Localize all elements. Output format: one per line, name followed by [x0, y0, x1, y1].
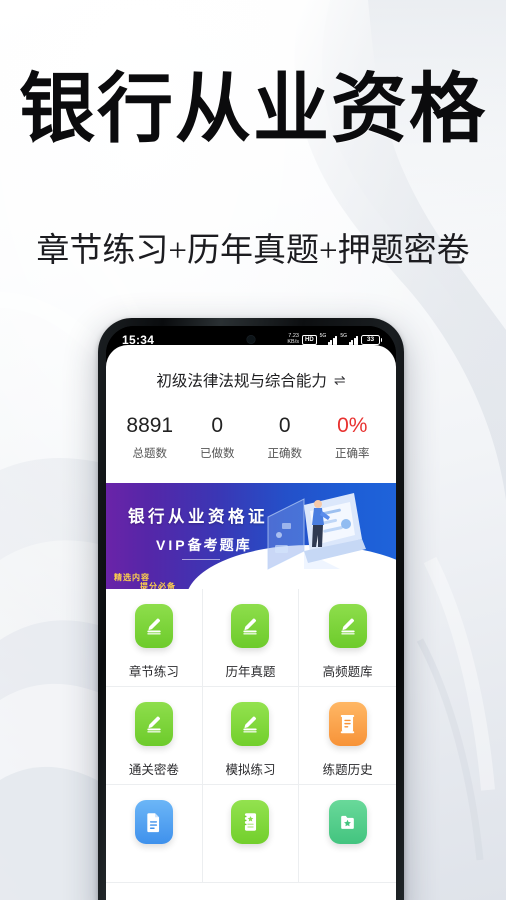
phone-mockup: 15:34 7.23 KB/s HD 5G 5G 33 初级法律法规与综合能力 … — [98, 318, 404, 900]
grid-item-past-papers[interactable]: 历年真题 — [202, 589, 300, 688]
banner-title: 银行从业资格证 — [128, 508, 268, 527]
grid-item-label: 高频题库 — [322, 665, 373, 680]
banner-tag-2: 提分必备 — [140, 582, 176, 590]
battery-level: 33 — [361, 334, 380, 345]
grid-item-chapter-practice[interactable]: 章节练习 — [106, 589, 203, 688]
stat-value: 0 — [278, 414, 291, 437]
banner-subtitle-text: 备考题库 — [187, 537, 252, 554]
pencil-write-icon — [134, 604, 173, 649]
stat-correct: 0 正确数 — [251, 413, 319, 461]
grid-item-folder-star[interactable] — [299, 785, 396, 884]
grid-item-label: 练题历史 — [322, 763, 373, 778]
stat-label: 已做数 — [200, 448, 235, 461]
phone-screen: 15:34 7.23 KB/s HD 5G 5G 33 初级法律法规与综合能力 … — [106, 326, 396, 900]
sim2-signal-icon: 5G — [340, 334, 358, 345]
grid-item-mock-practice[interactable]: 模拟练习 — [202, 687, 300, 786]
feature-grid: 章节练习 历年真题 高频题库 通关密卷 模拟练习 练题历史 — [106, 589, 396, 884]
sim2-network-type: 5G — [340, 333, 347, 339]
stat-total: 8891 总题数 — [116, 413, 184, 461]
pencil-write-icon — [134, 702, 173, 747]
poster-headline: 银行从业资格 — [19, 68, 487, 152]
stat-label: 正确率 — [335, 448, 370, 461]
banner-subtitle: VIP备考题库 — [156, 535, 252, 555]
sim1-signal-icon: 5G — [320, 334, 338, 345]
signal-bar — [335, 336, 338, 345]
grid-item-label: 通关密卷 — [128, 763, 179, 778]
stat-value: 8891 — [126, 414, 174, 437]
signal-bar — [356, 336, 358, 345]
stat-label: 正确数 — [267, 448, 303, 461]
stat-accuracy: 0% 正确率 — [319, 413, 387, 461]
grid-item-label: 历年真题 — [225, 665, 276, 680]
stat-label: 总题数 — [132, 448, 168, 461]
battery-cap — [380, 337, 382, 342]
note-star-icon — [231, 800, 270, 845]
poster-subline: 章节练习+历年真题+押题密卷 — [36, 233, 470, 269]
app-content: 初级法律法规与综合能力 ⇌ 8891 总题数 0 已做数 0 正确数 0% 正确… — [106, 345, 396, 900]
grid-item-secret-papers[interactable]: 通关密卷 — [106, 687, 203, 786]
banner-divider — [182, 559, 220, 561]
stat-value: 0 — [211, 414, 224, 437]
stats-row: 8891 总题数 0 已做数 0 正确数 0% 正确率 — [106, 413, 396, 461]
pencil-write-icon — [328, 604, 367, 649]
grid-item-document[interactable] — [106, 785, 203, 884]
front-camera-punchhole — [246, 335, 256, 344]
grid-item-high-frequency[interactable]: 高频题库 — [299, 589, 396, 688]
grid-item-label: 模拟练习 — [225, 763, 276, 778]
grid-item-note-star[interactable] — [202, 785, 300, 884]
grid-item-practice-history[interactable]: 练题历史 — [299, 687, 396, 786]
grid-item-label: 章节练习 — [128, 665, 179, 680]
pencil-write-icon — [231, 604, 270, 649]
scroll-doc-icon — [328, 702, 367, 747]
network-speed-indicator: 7.23 KB/s — [287, 333, 299, 346]
sim1-network-type: 5G — [319, 333, 327, 339]
stat-value: 0% — [337, 414, 368, 437]
document-icon — [134, 800, 173, 845]
vip-promo-banner[interactable]: 银行从业资格证 VIP备考题库 精选内容 提分必备 — [106, 483, 396, 590]
switch-subject-icon[interactable]: ⇌ — [334, 372, 346, 389]
hd-voice-icon: HD — [301, 334, 317, 345]
laptop-person-illustration — [267, 493, 366, 571]
page-title: 初级法律法规与综合能力 — [156, 373, 327, 390]
status-icons: 7.23 KB/s HD 5G 5G 33 — [287, 333, 382, 346]
battery-icon: 33 — [361, 334, 382, 345]
folder-star-icon — [328, 800, 367, 845]
banner-vip-word: VIP — [156, 537, 188, 554]
pencil-write-icon — [231, 702, 270, 747]
app-header: 初级法律法规与综合能力 ⇌ — [106, 345, 396, 391]
stat-answered: 0 已做数 — [184, 413, 252, 461]
